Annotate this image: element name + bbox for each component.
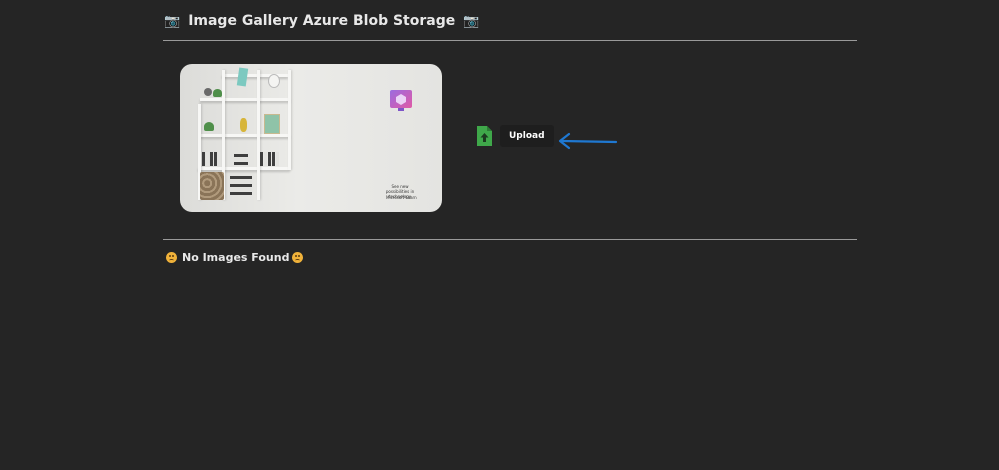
camera-icon: 📷 [164,13,181,29]
sad-face-icon [166,252,177,263]
gallery-divider [163,239,857,240]
upload-button[interactable]: Upload [500,125,554,147]
page-header: 📷 Image Gallery Azure Blob Storage 📷 [164,11,479,31]
empty-gallery-message: No Images Found [164,251,305,264]
arrow-left-icon [558,132,618,150]
hero-brand: Microsoft Learn [386,195,417,200]
empty-message-text: No Images Found [182,251,290,264]
page-title: Image Gallery Azure Blob Storage [188,13,456,29]
hero-image: See new possibilities in technology Micr… [180,64,442,212]
upload-area: Upload [476,125,554,147]
learn-logo-icon [390,90,412,111]
file-upload-icon[interactable] [476,125,493,147]
camera-icon: 📷 [463,13,480,29]
page: 📷 Image Gallery Azure Blob Storage 📷 See… [0,0,999,470]
header-divider [163,40,857,41]
sad-face-icon [292,252,304,263]
